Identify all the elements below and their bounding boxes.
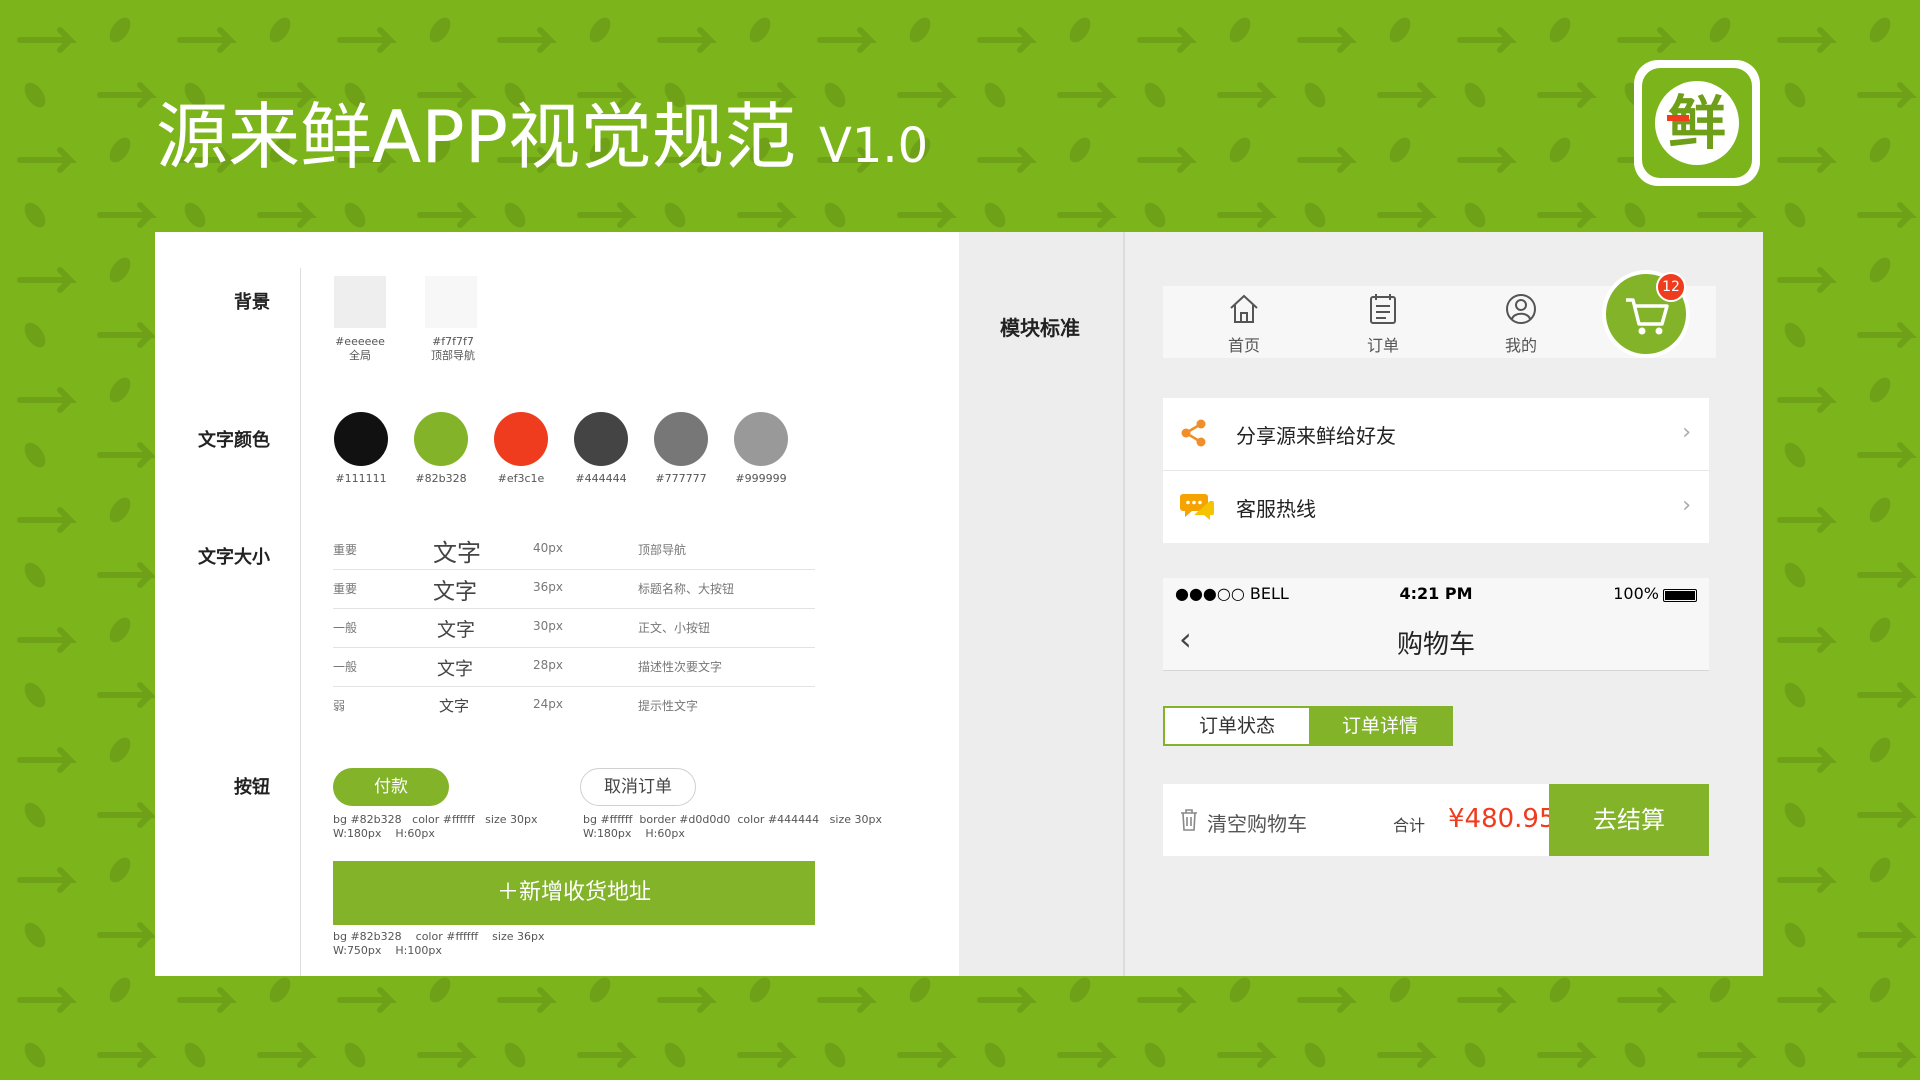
clear-cart-button[interactable]: 清空购物车 [1207, 808, 1307, 837]
logo-inner: 鲜 [1642, 68, 1752, 178]
swatch-caption: #f7f7f7 顶部导航 [431, 335, 475, 362]
color-dot-777777 [654, 412, 708, 466]
size-px: 28px [533, 658, 563, 672]
logo-arrow-icon [1667, 115, 1689, 121]
user-icon [1506, 294, 1536, 324]
swatch-caption: #eeeeee 全局 [335, 335, 385, 362]
module-label-panel [959, 232, 1125, 976]
size-desc: 正文、小按钮 [638, 621, 711, 635]
size-desc: 顶部导航 [638, 543, 687, 557]
color-caption: #444444 [575, 472, 627, 485]
section-text-color-label: 文字颜色 [198, 430, 270, 451]
chevron-right-icon: › [1682, 493, 1691, 518]
home-icon [1230, 294, 1258, 323]
page-title: 源来鲜APP视觉规范 V1.0 [156, 92, 928, 191]
color-caption: #999999 [735, 472, 787, 485]
nav-bar: ‹ 购物车 [1163, 610, 1709, 671]
total-label: 合计 [1393, 816, 1426, 835]
list-item-share[interactable]: 分享源来鲜给好友 › [1163, 398, 1709, 471]
color-dot-999999 [734, 412, 788, 466]
segment-order-detail[interactable]: 订单详情 [1309, 708, 1451, 744]
pay-button[interactable]: 付款 [333, 768, 449, 806]
section-background-label: 背景 [234, 292, 270, 313]
size-px: 30px [533, 619, 563, 633]
text-size-row: 一般 文字 30px 正文、小按钮 [333, 609, 815, 648]
logo-circle: 鲜 [1655, 81, 1739, 165]
segment-order-status[interactable]: 订单状态 [1165, 708, 1309, 744]
vertical-divider [300, 268, 301, 976]
swatch-f7f7f7 [425, 276, 477, 328]
size-weight: 重要 [333, 582, 358, 596]
share-icon [1181, 419, 1206, 447]
text-size-row: 重要 文字 36px 标题名称、大按钮 [333, 570, 815, 609]
logo-glyph: 鲜 [1667, 89, 1726, 157]
list-item-hotline[interactable]: 客服热线 › [1163, 471, 1709, 543]
tab-label: 首页 [1227, 336, 1260, 355]
version-label: V1.0 [818, 118, 929, 174]
add-address-button[interactable]: ＋新增收货地址 [333, 861, 815, 925]
size-weight: 一般 [333, 660, 358, 674]
size-weight: 弱 [333, 699, 346, 713]
section-text-size-label: 文字大小 [198, 547, 270, 568]
checkout-bar: 清空购物车 合计 ¥480.95 去结算 [1163, 784, 1709, 856]
size-px: 40px [533, 541, 563, 555]
module-standard-label: 模块标准 [1000, 316, 1080, 340]
size-weight: 一般 [333, 621, 358, 635]
order-segmented-control: 订单状态 订单详情 [1163, 706, 1453, 746]
checkout-button[interactable]: 去结算 [1549, 784, 1709, 856]
color-dot-444444 [574, 412, 628, 466]
share-label: 分享源来鲜给好友 [1236, 424, 1396, 448]
size-desc: 标题名称、大按钮 [638, 582, 735, 596]
color-caption: #111111 [335, 472, 387, 485]
menu-list: 分享源来鲜给好友 › 客服热线 › [1163, 398, 1709, 543]
swatch-eeeeee [334, 276, 386, 328]
size-sample: 文字 [437, 619, 476, 641]
chevron-right-icon: › [1682, 420, 1691, 445]
text-size-row: 弱 文字 24px 提示性文字 [333, 687, 815, 725]
size-sample: 文字 [439, 697, 470, 715]
tab-profile[interactable]: 我的 [1476, 286, 1566, 358]
nav-title: 购物车 [1396, 630, 1475, 660]
color-caption: #ef3c1e [497, 472, 545, 485]
color-dot-82b328 [414, 412, 468, 466]
size-weight: 重要 [333, 543, 358, 557]
tab-label: 订单 [1366, 336, 1399, 355]
size-desc: 提示性文字 [638, 699, 699, 713]
size-desc: 描述性次要文字 [638, 660, 723, 674]
color-caption: #777777 [655, 472, 707, 485]
order-list-icon [1370, 294, 1396, 324]
battery-text: 100% [1613, 584, 1659, 603]
size-px: 24px [533, 697, 563, 711]
tab-home[interactable]: 首页 [1199, 286, 1289, 358]
cart-count-badge: 12 [1656, 272, 1686, 302]
total-price: ¥480.95 [1448, 804, 1556, 834]
hotline-label: 客服热线 [1236, 497, 1316, 521]
text-size-row: 一般 文字 28px 描述性次要文字 [333, 648, 815, 687]
cancel-button-spec: bg #ffffff border #d0d0d0 color #444444 … [583, 813, 882, 840]
size-sample: 文字 [433, 539, 481, 567]
battery-icon [1663, 589, 1697, 602]
pay-button-spec: bg #82b328 color #ffffff size 30px W:180… [333, 813, 538, 840]
add-address-spec: bg #82b328 color #ffffff size 36px W:750… [333, 930, 545, 957]
color-dot-111111 [334, 412, 388, 466]
cancel-order-button[interactable]: 取消订单 [580, 768, 696, 806]
size-sample: 文字 [433, 580, 478, 605]
title-text: 源来鲜APP视觉规范 [156, 95, 797, 179]
tab-label: 我的 [1504, 336, 1537, 355]
color-caption: #82b328 [415, 472, 467, 485]
color-dot-ef3c1e [494, 412, 548, 466]
text-size-row: 重要 文字 40px 顶部导航 [333, 531, 815, 570]
tab-orders[interactable]: 订单 [1338, 286, 1428, 358]
app-logo: 鲜 [1634, 60, 1760, 186]
size-sample: 文字 [437, 659, 473, 680]
section-buttons-label: 按钮 [234, 777, 270, 798]
trash-icon [1181, 809, 1197, 831]
chat-bubble-icon [1180, 494, 1214, 520]
size-px: 36px [533, 580, 563, 594]
status-bar: ●●●○○ BELL 4:21 PM 100% [1163, 578, 1709, 610]
